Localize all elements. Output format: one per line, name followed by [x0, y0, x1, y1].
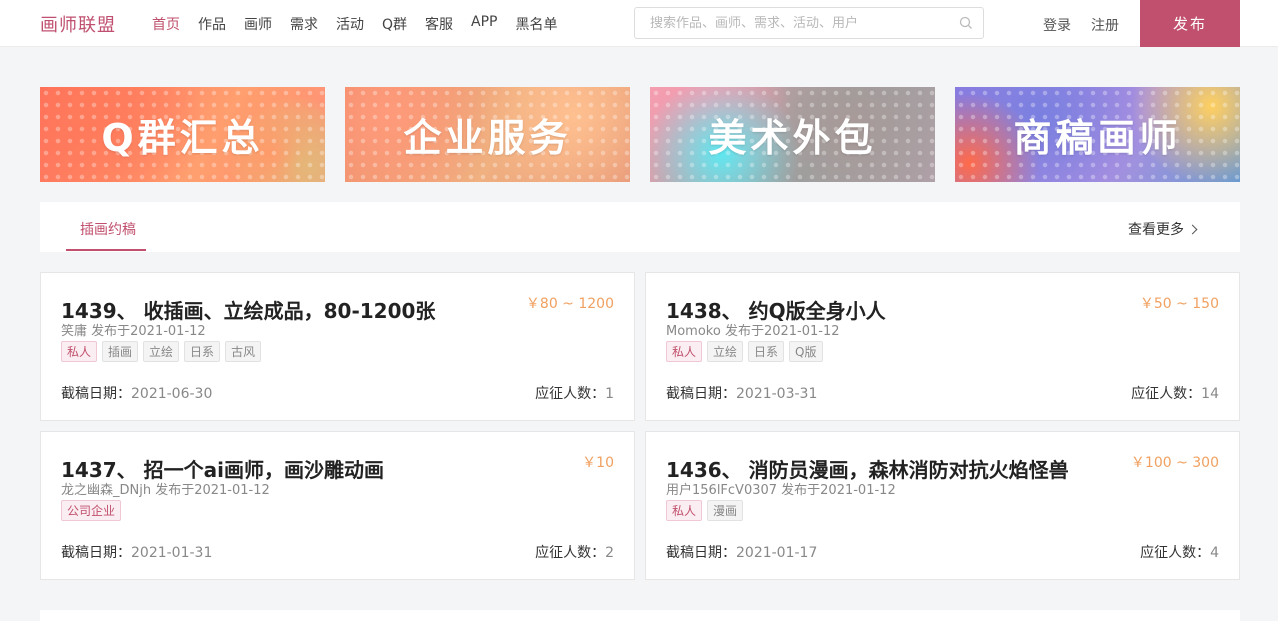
card-tags: 私人 插画 立绘 日系 古风	[61, 341, 266, 362]
nav-item-works[interactable]: 作品	[198, 14, 226, 34]
card-deadline: 截稿日期：2021-01-17	[666, 542, 817, 562]
tag: 漫画	[707, 500, 744, 521]
nav-item-support[interactable]: 客服	[425, 14, 453, 34]
login-link[interactable]: 登录	[1043, 15, 1071, 35]
card-tags: 私人 漫画	[666, 500, 748, 521]
nav-item-requests[interactable]: 需求	[290, 14, 318, 34]
card-meta: 笑庸 发布于2021-01-12	[61, 324, 206, 339]
view-more-link[interactable]: 查看更多	[1128, 219, 1198, 239]
deadline-label: 截稿日期：	[61, 386, 131, 402]
site-logo[interactable]: 画师联盟	[40, 11, 116, 37]
card-price: ￥80 ~ 1200	[525, 296, 614, 312]
tag: 私人	[61, 341, 98, 362]
banner-label: Q群汇总	[101, 116, 264, 160]
banner-label: 商稿画师	[1013, 116, 1182, 160]
tag: 日系	[748, 341, 785, 362]
applicants-value: 14	[1201, 386, 1219, 402]
nav-item-events[interactable]: 活动	[336, 14, 364, 34]
search-input[interactable]	[635, 8, 955, 38]
deadline-value: 2021-03-31	[736, 386, 818, 402]
publish-button[interactable]: 发布	[1140, 0, 1240, 47]
deadline-value: 2021-01-17	[736, 545, 818, 561]
tag: 公司企业	[61, 500, 122, 521]
tag: 日系	[184, 341, 221, 362]
card-meta: 龙之幽森_DNjh 发布于2021-01-12	[61, 483, 270, 498]
tag: Q版	[789, 341, 823, 362]
tab-illustration-commission[interactable]: 插画约稿	[80, 219, 136, 239]
tag: 私人	[666, 500, 703, 521]
register-link[interactable]: 注册	[1091, 15, 1119, 35]
tag: 插画	[102, 341, 139, 362]
card-applicants: 应征人数：1	[535, 383, 614, 403]
banner-enterprise-service[interactable]: 企业服务	[345, 87, 630, 182]
request-card[interactable]: 1436、 消防员漫画，森林消防对抗火焰怪兽 ￥100 ~ 300 用户156l…	[645, 431, 1240, 580]
applicants-value: 1	[605, 386, 614, 402]
tag: 古风	[225, 341, 262, 362]
tag: 立绘	[707, 341, 744, 362]
card-deadline: 截稿日期：2021-03-31	[666, 383, 817, 403]
search-icon[interactable]	[959, 16, 973, 30]
nav-item-artists[interactable]: 画师	[244, 14, 272, 34]
banner-art-outsourcing[interactable]: 美术外包	[650, 87, 935, 182]
applicants-label: 应征人数：	[535, 545, 606, 561]
banner-label: 企业服务	[403, 116, 572, 160]
applicants-label: 应征人数：	[1140, 545, 1211, 561]
applicants-label: 应征人数：	[1131, 386, 1202, 402]
card-applicants: 应征人数：2	[535, 542, 614, 562]
card-applicants: 应征人数：4	[1140, 542, 1219, 562]
deadline-label: 截稿日期：	[666, 386, 736, 402]
nav-item-qq-groups[interactable]: Q群	[382, 14, 407, 34]
card-applicants: 应征人数：14	[1131, 383, 1219, 403]
search-box	[634, 7, 984, 39]
card-tags: 私人 立绘 日系 Q版	[666, 341, 828, 362]
banner-label: 美术外包	[708, 116, 877, 160]
banner-commercial-artists[interactable]: 商稿画师	[955, 87, 1240, 182]
request-card[interactable]: 1439、 收插画、立绘成品，80-1200张 ￥80 ~ 1200 笑庸 发布…	[40, 272, 635, 421]
card-price: ￥50 ~ 150	[1139, 296, 1219, 312]
card-deadline: 截稿日期：2021-01-31	[61, 542, 212, 562]
deadline-label: 截稿日期：	[61, 545, 131, 561]
deadline-value: 2021-01-31	[131, 545, 213, 561]
request-card[interactable]: 1437、 招一个ai画师，画沙雕动画 ￥10 龙之幽森_DNjh 发布于202…	[40, 431, 635, 580]
tag: 私人	[666, 341, 703, 362]
applicants-value: 4	[1210, 545, 1219, 561]
next-section-panel	[40, 610, 1240, 621]
main-nav: 首页 作品 画师 需求 活动 Q群 客服 APP 黑名单	[152, 14, 576, 34]
card-meta: Momoko 发布于2021-01-12	[666, 324, 840, 339]
view-more-label: 查看更多	[1128, 222, 1184, 238]
card-price: ￥10	[582, 455, 614, 471]
nav-item-app[interactable]: APP	[471, 14, 497, 34]
applicants-label: 应征人数：	[535, 386, 606, 402]
card-deadline: 截稿日期：2021-06-30	[61, 383, 212, 403]
nav-item-blacklist[interactable]: 黑名单	[516, 14, 558, 34]
card-meta: 用户156lFcV0307 发布于2021-01-12	[666, 483, 896, 498]
deadline-value: 2021-06-30	[131, 386, 213, 402]
tag: 立绘	[143, 341, 180, 362]
top-header: 画师联盟 首页 作品 画师 需求 活动 Q群 客服 APP 黑名单 登录 注册 …	[0, 0, 1278, 47]
card-price: ￥100 ~ 300	[1130, 455, 1219, 471]
nav-item-home[interactable]: 首页	[152, 14, 180, 34]
section-bar: 插画约稿 查看更多	[40, 202, 1240, 252]
banner-qq-groups[interactable]: Q群汇总	[40, 87, 325, 182]
tab-underline	[66, 249, 146, 251]
card-tags: 公司企业	[61, 500, 126, 521]
applicants-value: 2	[605, 545, 614, 561]
deadline-label: 截稿日期：	[666, 545, 736, 561]
request-card[interactable]: 1438、 约Q版全身小人 ￥50 ~ 150 Momoko 发布于2021-0…	[645, 272, 1240, 421]
chevron-right-icon	[1187, 224, 1198, 234]
